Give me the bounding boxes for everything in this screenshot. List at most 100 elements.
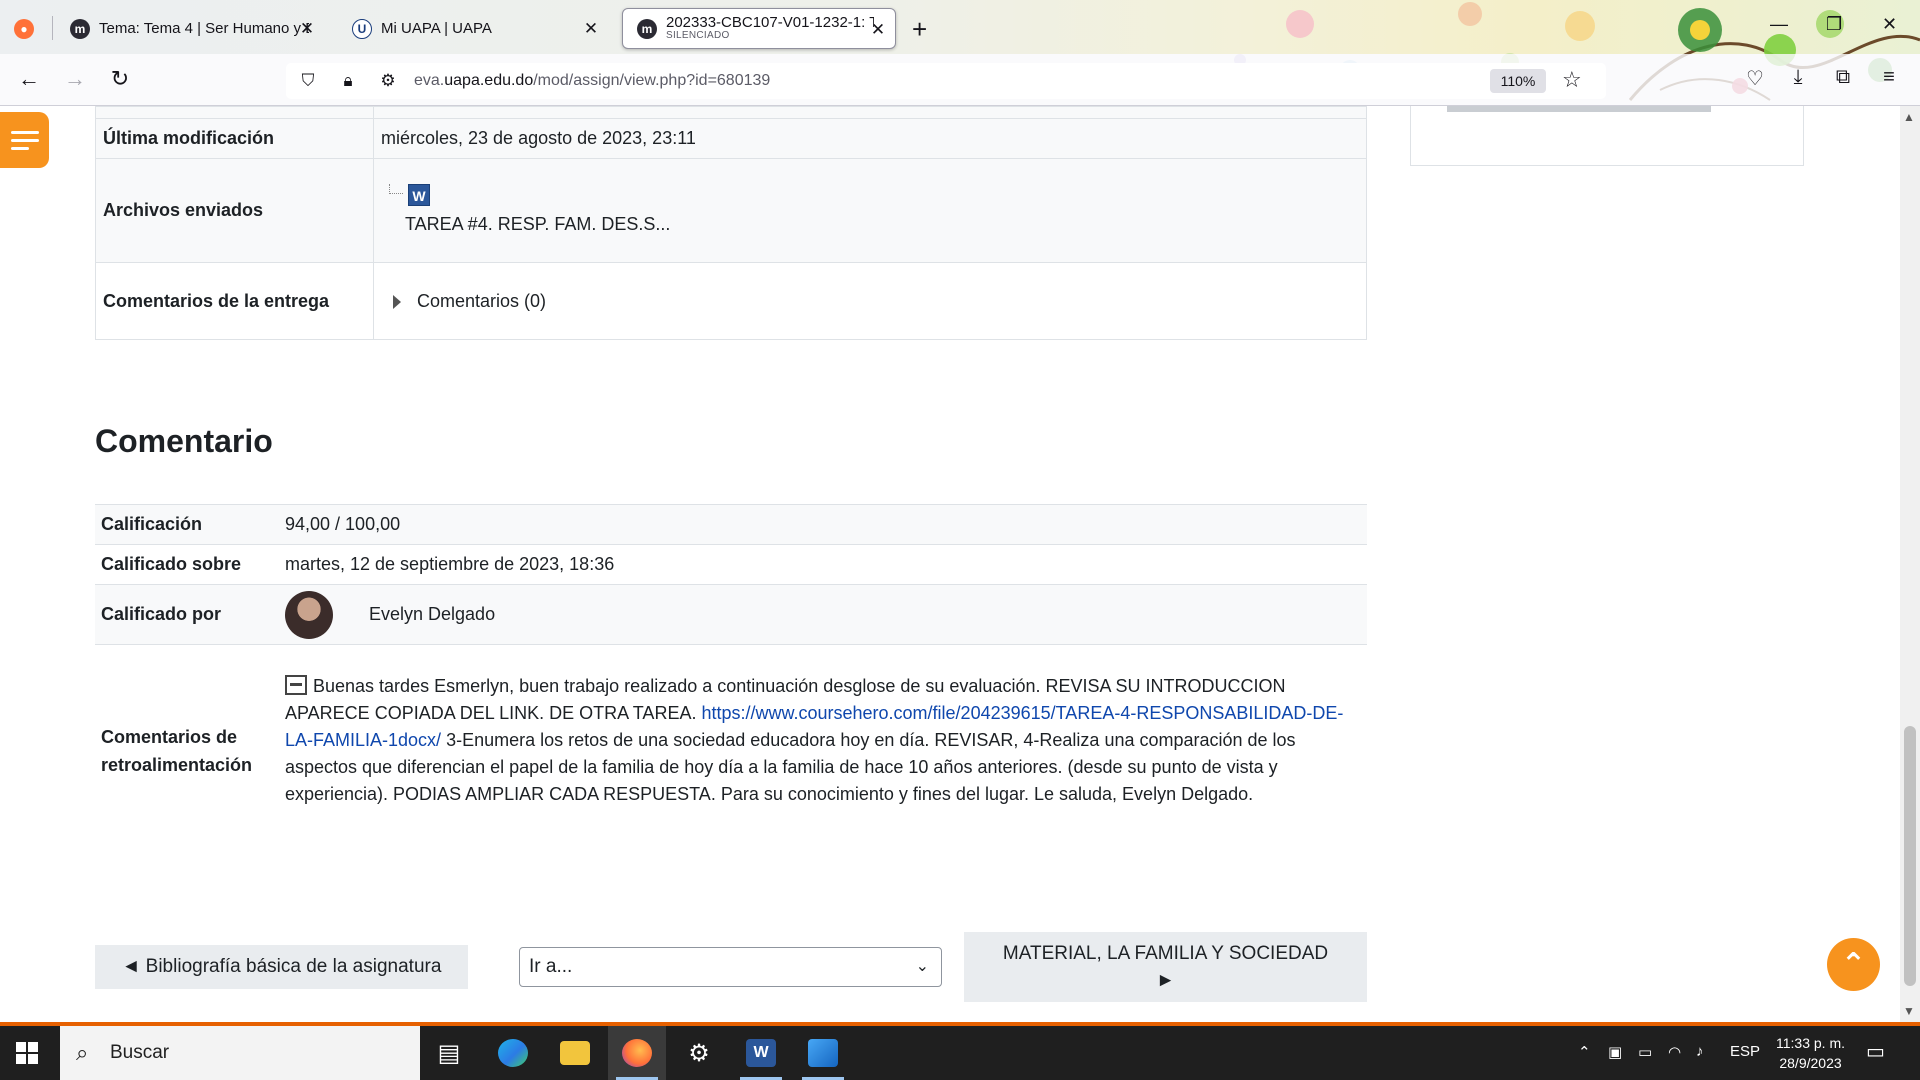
scroll-down-icon[interactable]: ▼ xyxy=(1903,1004,1915,1018)
table-row: Comentarios de la entrega Comentarios (0… xyxy=(95,262,1367,340)
right-sidebar-block xyxy=(1410,106,1804,166)
collapse-text-icon[interactable] xyxy=(285,675,307,695)
next-activity-button[interactable]: MATERIAL, LA FAMILIA Y SOCIEDAD ► xyxy=(964,932,1367,1002)
menu-hamburger-icon[interactable]: ≡ xyxy=(1876,66,1902,89)
taskbar-search-box[interactable]: ⌕ Buscar xyxy=(60,1026,420,1080)
edge-browser-icon[interactable] xyxy=(484,1026,542,1080)
tab-muted-label: SILENCIADO xyxy=(666,30,730,42)
feedback-comments-label: Comentarios de retroalimentación xyxy=(95,644,285,856)
grader-avatar[interactable] xyxy=(285,590,333,639)
uapa-icon: U xyxy=(352,18,372,39)
wifi-icon[interactable]: ◠ xyxy=(1668,1043,1681,1061)
files-submitted-label: Archivos enviados xyxy=(95,158,374,263)
pocket-icon[interactable]: ♡ xyxy=(1742,66,1768,91)
forward-arrow-icon[interactable]: → xyxy=(61,66,89,92)
table-row: Comentarios de retroalimentación Buenas … xyxy=(95,644,1367,856)
close-icon[interactable]: ✕ xyxy=(298,19,316,39)
table-row: Última modificación miércoles, 23 de ago… xyxy=(95,118,1367,159)
shield-icon[interactable]: ⛉ xyxy=(298,71,318,91)
search-placeholder: Buscar xyxy=(110,1042,170,1063)
tab-mi-uapa[interactable]: U Mi UAPA | UAPA ✕ xyxy=(338,8,608,49)
menu-line xyxy=(11,146,29,150)
menu-line xyxy=(11,130,39,134)
tree-connector xyxy=(389,184,403,194)
taskbar-clock[interactable]: 11:33 p. m. 28/9/2023 xyxy=(1776,1033,1845,1073)
window-close-icon[interactable]: ✕ xyxy=(1882,14,1897,35)
menu-line xyxy=(11,138,39,142)
feedback-heading: Comentario xyxy=(95,423,273,459)
moodle-icon: m xyxy=(70,18,90,39)
course-index-toggle[interactable] xyxy=(0,112,49,168)
download-icon[interactable]: ⤓ xyxy=(1785,66,1811,89)
page-scrollbar[interactable]: ▲ ▼ xyxy=(1900,106,1920,1022)
zoom-level-badge[interactable]: 110% xyxy=(1490,69,1546,93)
jump-to-select[interactable]: Ir a... ⌄ xyxy=(519,947,942,987)
last-modified-label: Última modificación xyxy=(95,118,374,159)
word-document-icon: W xyxy=(408,184,431,206)
tab-tema-4[interactable]: m Tema: Tema 4 | Ser Humano y D ✕ xyxy=(56,8,324,49)
search-icon: ⌕ xyxy=(76,1040,89,1065)
firefox-taskbar-icon[interactable] xyxy=(608,1026,666,1080)
last-modified-value: miércoles, 23 de agosto de 2023, 23:11 xyxy=(373,118,1367,159)
input-language[interactable]: ESP xyxy=(1730,1043,1760,1060)
url-text[interactable]: eva.uapa.edu.do/mod/assign/view.php?id=6… xyxy=(414,72,770,90)
grade-label: Calificación xyxy=(95,504,285,545)
file-explorer-icon[interactable] xyxy=(546,1026,604,1080)
file-tree: W xyxy=(381,184,1366,206)
firefox-icon: ● xyxy=(14,18,34,39)
volume-icon[interactable]: ♪ xyxy=(1696,1043,1704,1060)
permissions-icon[interactable]: ⚙ xyxy=(378,71,398,91)
graded-on-value: martes, 12 de septiembre de 2023, 18:36 xyxy=(285,544,1367,585)
windows-start-icon[interactable] xyxy=(16,1042,38,1064)
tab-firefox-view[interactable]: ● xyxy=(0,8,52,49)
scrollbar-thumb[interactable] xyxy=(1904,726,1916,986)
previous-activity-button[interactable]: ◄ Bibliografía básica de la asignatura xyxy=(95,945,468,989)
settings-gear-icon[interactable]: ⚙ xyxy=(670,1026,728,1080)
task-view-icon[interactable]: ▤ xyxy=(420,1026,478,1080)
show-hidden-icons-chevron-up-icon[interactable]: ⌃ xyxy=(1578,1043,1591,1061)
table-row: Calificado por Evelyn Delgado xyxy=(95,584,1367,645)
sidebar-progress-bar xyxy=(1447,106,1711,112)
scroll-up-icon[interactable]: ▲ xyxy=(1903,110,1915,124)
reload-icon[interactable]: ↻ xyxy=(106,66,134,92)
graded-on-label: Calificado sobre xyxy=(95,544,285,585)
close-icon[interactable]: ✕ xyxy=(869,20,887,40)
restore-icon[interactable]: ❐ xyxy=(1826,14,1842,35)
tab-separator xyxy=(52,16,53,40)
grade-value: 94,00 / 100,00 xyxy=(285,504,1367,545)
tab-assignment-active[interactable]: m 202333-CBC107-V01-1232-1: T/ SILENCIAD… xyxy=(622,8,896,49)
submission-comments-label: Comentarios de la entrega xyxy=(95,262,374,340)
new-tab-plus-icon[interactable]: + xyxy=(912,14,927,45)
bookmark-star-icon[interactable]: ☆ xyxy=(1562,67,1582,93)
extensions-icon[interactable]: ⧉ xyxy=(1830,66,1856,89)
tab-title: 202333-CBC107-V01-1232-1: T/ xyxy=(666,15,874,32)
chevron-down-icon: ⌄ xyxy=(915,958,929,975)
lock-icon[interactable]: 🔒︎ xyxy=(338,71,358,91)
notification-center-icon[interactable]: ▭ xyxy=(1866,1039,1885,1064)
url-bar[interactable]: ⛉ 🔒︎ ⚙ eva.uapa.edu.do/mod/assign/view.p… xyxy=(286,63,1606,99)
back-to-top-chevron-up-icon[interactable]: ⌃ xyxy=(1827,938,1880,991)
tab-title: Mi UAPA | UAPA xyxy=(381,20,492,37)
photos-app-icon[interactable] xyxy=(794,1026,852,1080)
minimize-icon[interactable]: — xyxy=(1770,14,1788,35)
moodle-icon: m xyxy=(637,18,657,39)
feedback-table: Calificación 94,00 / 100,00 Calificado s… xyxy=(95,504,1367,856)
close-icon[interactable]: ✕ xyxy=(582,19,600,39)
back-arrow-icon[interactable]: ← xyxy=(15,66,43,92)
submitted-file-link[interactable]: TAREA #4. RESP. FAM. DES.S... xyxy=(405,214,670,234)
expand-triangle-icon[interactable] xyxy=(393,294,401,309)
submission-status-table: Última modificación miércoles, 23 de ago… xyxy=(95,106,1367,340)
submission-comments-link[interactable]: Comentarios (0) xyxy=(417,291,546,311)
browser-nav-bar: ← → ↻ ⛉ 🔒︎ ⚙ eva.uapa.edu.do/mod/assign/… xyxy=(0,54,1920,106)
table-row: Archivos enviados W TAREA #4. RESP. FAM.… xyxy=(95,158,1367,263)
table-row-partial xyxy=(95,106,1367,119)
browser-tab-strip: ● m Tema: Tema 4 | Ser Humano y D ✕ U Mi… xyxy=(0,0,1920,101)
feedback-comments-text: Buenas tardes Esmerlyn, buen trabajo rea… xyxy=(285,644,1367,856)
table-row: Calificación 94,00 / 100,00 xyxy=(95,504,1367,545)
battery-icon[interactable]: ▭ xyxy=(1638,1043,1652,1061)
meet-now-icon[interactable]: ▣ xyxy=(1608,1043,1622,1061)
word-taskbar-icon[interactable]: W xyxy=(732,1026,790,1080)
grader-name: Evelyn Delgado xyxy=(369,604,496,624)
graded-by-label: Calificado por xyxy=(95,584,285,645)
tab-title: Tema: Tema 4 | Ser Humano y D xyxy=(99,20,309,37)
